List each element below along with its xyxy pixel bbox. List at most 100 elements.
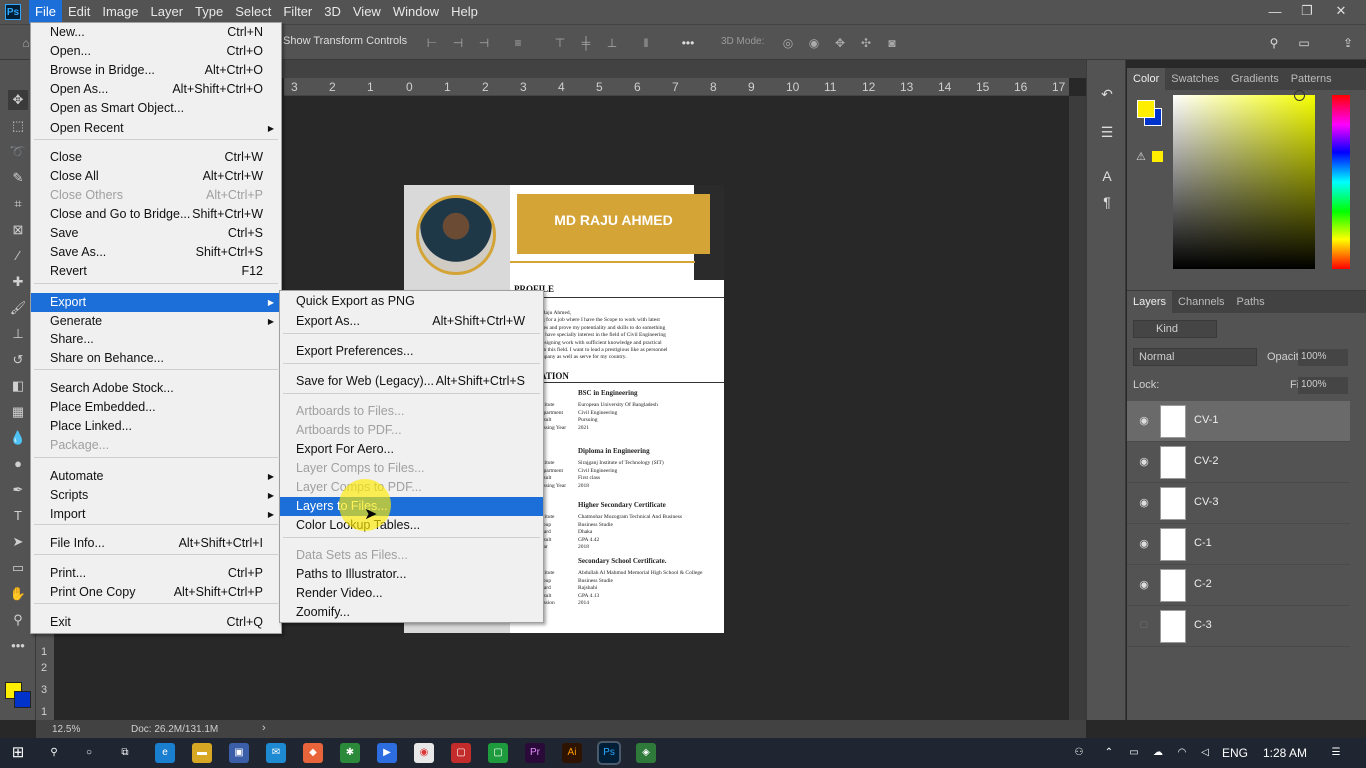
export-menu-item[interactable]: Export For Aero...: [280, 440, 543, 459]
kind-filter-select[interactable]: Kind: [1133, 320, 1217, 338]
chrome-icon[interactable]: ◉: [414, 743, 434, 763]
menu-help[interactable]: Help: [445, 0, 484, 24]
file-menu-item[interactable]: New... Ctrl+N: [31, 23, 281, 42]
restore-icon[interactable]: ❐: [1290, 0, 1324, 22]
export-menu-item[interactable]: Layers to Files...: [280, 497, 543, 516]
tab-layers[interactable]: Layers: [1127, 291, 1173, 313]
wifi-icon[interactable]: ◠: [1172, 743, 1192, 763]
paragraph-panel-icon[interactable]: ¶: [1097, 192, 1117, 212]
chevron-right-icon[interactable]: ›: [262, 722, 266, 734]
search-icon[interactable]: ⚲: [1266, 35, 1282, 51]
export-menu-item[interactable]: Zoomify...: [280, 603, 543, 622]
hand-tool-icon[interactable]: ✋: [8, 584, 28, 604]
gamut-warning-icon[interactable]: ⚠: [1136, 150, 1146, 163]
file-menu-item[interactable]: Open As... Alt+Shift+Ctrl+O: [31, 80, 281, 99]
file-menu-item[interactable]: Open... Ctrl+O: [31, 42, 281, 61]
properties-panel-icon[interactable]: ☰: [1097, 122, 1117, 142]
file-menu-item[interactable]: Import ▶: [31, 505, 281, 524]
menu-file[interactable]: File: [29, 0, 62, 24]
file-menu-item[interactable]: Exit Ctrl+Q: [31, 613, 281, 632]
file-menu-item[interactable]: Print... Ctrl+P: [31, 564, 281, 583]
export-menu-item[interactable]: Save for Web (Legacy)... Alt+Shift+Ctrl+S: [280, 372, 543, 391]
fill-input[interactable]: 100%: [1298, 377, 1348, 394]
search-icon[interactable]: ⚲: [44, 743, 64, 763]
store-icon[interactable]: ▣: [229, 743, 249, 763]
app-icon[interactable]: ◈: [636, 743, 656, 763]
rectangle-tool-icon[interactable]: ▭: [8, 558, 28, 578]
background-color-swatch[interactable]: [14, 691, 31, 708]
character-panel-icon[interactable]: A: [1097, 166, 1117, 186]
gradient-tool-icon[interactable]: ▦: [8, 402, 28, 422]
3d-orbit-icon[interactable]: ◎: [780, 35, 796, 51]
file-menu-item[interactable]: Save As... Shift+Ctrl+S: [31, 243, 281, 262]
language-indicator[interactable]: ENG: [1222, 746, 1248, 760]
app-icon[interactable]: ✱: [340, 743, 360, 763]
eye-icon[interactable]: ◉: [1137, 537, 1151, 551]
canvas-vertical-scrollbar[interactable]: [1069, 96, 1086, 720]
gamut-swatch[interactable]: [1152, 151, 1163, 162]
lasso-tool-icon[interactable]: ➰: [8, 142, 28, 162]
eye-icon[interactable]: ◉: [1137, 455, 1151, 469]
distribute-vertical-icon[interactable]: ‖: [638, 35, 654, 51]
menu-layer[interactable]: Layer: [145, 0, 190, 24]
file-menu-item[interactable]: Share...: [31, 330, 281, 349]
photoshop-taskbar-icon[interactable]: Ps: [597, 741, 621, 765]
eye-icon[interactable]: ◉: [1137, 578, 1151, 592]
layer-row[interactable]: ◉ CV-2: [1127, 442, 1350, 483]
path-select-tool-icon[interactable]: ➤: [8, 532, 28, 552]
volume-icon[interactable]: ◁: [1195, 743, 1215, 763]
task-view-icon[interactable]: ⧉: [115, 743, 135, 763]
crop-tool-icon[interactable]: ⌗: [8, 194, 28, 214]
more-options-icon[interactable]: •••: [680, 35, 696, 51]
move-tool-icon[interactable]: ✥: [8, 90, 28, 110]
blend-mode-select[interactable]: Normal: [1133, 348, 1257, 366]
export-menu-item[interactable]: Quick Export as PNG: [280, 292, 543, 311]
eye-icon[interactable]: ◉: [1137, 414, 1151, 428]
file-menu-item[interactable]: Automate ▶: [31, 467, 281, 486]
people-icon[interactable]: ⚇: [1069, 743, 1089, 763]
edit-toolbar-icon[interactable]: •••: [8, 636, 28, 656]
menu-edit[interactable]: Edit: [62, 0, 96, 24]
file-menu-item[interactable]: Scripts ▶: [31, 486, 281, 505]
pen-tool-icon[interactable]: ✒: [8, 480, 28, 500]
file-menu-item[interactable]: Generate ▶: [31, 312, 281, 331]
history-panel-icon[interactable]: ↶: [1097, 84, 1117, 104]
premiere-icon[interactable]: Pr: [525, 743, 545, 763]
onedrive-icon[interactable]: ☁: [1148, 743, 1168, 763]
export-menu-item[interactable]: Export Preferences...: [280, 342, 543, 361]
clock[interactable]: 1:28 AM: [1263, 746, 1307, 760]
tab-gradients[interactable]: Gradients: [1225, 68, 1285, 90]
marquee-tool-icon[interactable]: ⬚: [8, 116, 28, 136]
file-menu-item[interactable]: Close All Alt+Ctrl+W: [31, 167, 281, 186]
tab-color[interactable]: Color: [1127, 68, 1166, 90]
action-center-icon[interactable]: ☰: [1326, 743, 1346, 763]
stamp-tool-icon[interactable]: ⊥: [8, 324, 28, 344]
export-menu-item[interactable]: Color Lookup Tables...: [280, 516, 543, 535]
app-icon[interactable]: ▢: [488, 743, 508, 763]
zoom-tool-icon[interactable]: ⚲: [8, 610, 28, 630]
file-menu-item[interactable]: Place Linked...: [31, 417, 281, 436]
color-picker-ring[interactable]: [1294, 90, 1305, 101]
zoom-level[interactable]: 12.5%: [52, 724, 80, 735]
export-menu-item[interactable]: Paths to Illustrator...: [280, 565, 543, 584]
menu-3d[interactable]: 3D: [318, 0, 347, 24]
file-menu-item[interactable]: Browse in Bridge... Alt+Ctrl+O: [31, 61, 281, 80]
file-menu-item[interactable]: Open Recent ▶: [31, 119, 281, 138]
menu-image[interactable]: Image: [96, 0, 144, 24]
mail-icon[interactable]: ✉: [266, 743, 286, 763]
file-menu-item[interactable]: Place Embedded...: [31, 398, 281, 417]
layer-row[interactable]: □ C-3: [1127, 606, 1350, 647]
share-icon[interactable]: ⇪: [1340, 35, 1356, 51]
tab-paths[interactable]: Paths: [1231, 291, 1271, 313]
file-menu-item[interactable]: Save Ctrl+S: [31, 224, 281, 243]
layer-row[interactable]: ◉ C-2: [1127, 565, 1350, 606]
file-menu-item[interactable]: Open as Smart Object...: [31, 99, 281, 118]
file-menu-item[interactable]: Close and Go to Bridge... Shift+Ctrl+W: [31, 205, 281, 224]
color-field[interactable]: [1173, 95, 1315, 269]
file-menu-item[interactable]: Share on Behance...: [31, 349, 281, 368]
file-explorer-icon[interactable]: ▬: [192, 743, 212, 763]
visibility-off-icon[interactable]: □: [1137, 619, 1151, 633]
3d-slide-icon[interactable]: ✣: [858, 35, 874, 51]
hue-slider[interactable]: [1332, 95, 1350, 269]
menu-view[interactable]: View: [347, 0, 387, 24]
